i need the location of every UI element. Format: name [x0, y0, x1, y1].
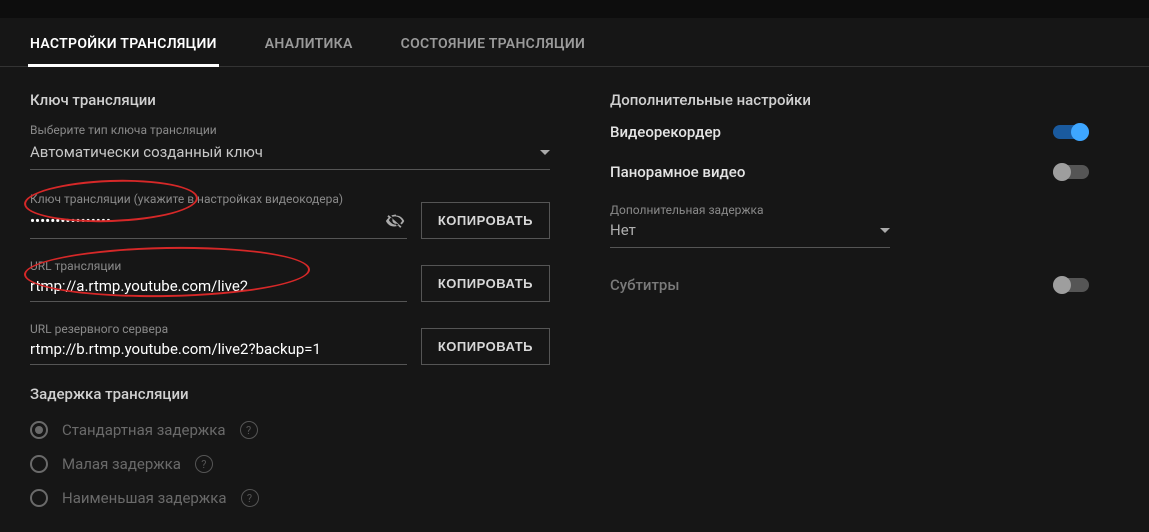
latency-ultra-label: Наименьшая задержка	[62, 489, 227, 507]
panorama-row: Панорамное видео	[610, 163, 1089, 181]
additional-settings-title: Дополнительные настройки	[610, 91, 1089, 109]
key-type-value: Автоматически созданный ключ	[30, 143, 263, 161]
stream-key-value[interactable]: ••••••••••••••••	[30, 212, 111, 230]
chevron-down-icon	[540, 150, 550, 155]
dvr-toggle[interactable]	[1053, 125, 1089, 139]
key-type-select[interactable]: Автоматически созданный ключ	[30, 137, 550, 170]
panorama-label: Панорамное видео	[610, 163, 745, 181]
additional-settings-panel: Дополнительные настройки Видеорекордер П…	[610, 91, 1119, 523]
subtitles-label: Субтитры	[610, 276, 679, 294]
latency-normal-row[interactable]: Стандартная задержка ?	[30, 421, 550, 439]
latency-low-row[interactable]: Малая задержка ?	[30, 455, 550, 473]
stream-key-label: Ключ трансляции (укажите в настройках ви…	[30, 192, 407, 206]
copy-backup-url-button[interactable]: КОПИРОВАТЬ	[421, 328, 550, 365]
chevron-down-icon	[880, 228, 890, 233]
help-icon[interactable]: ?	[241, 489, 259, 507]
key-type-label: Выберите тип ключа трансляции	[30, 123, 550, 137]
extra-delay-value: Нет	[610, 221, 636, 239]
content-area: Ключ трансляции Выберите тип ключа транс…	[0, 67, 1149, 532]
copy-stream-url-button[interactable]: КОПИРОВАТЬ	[421, 265, 550, 302]
dvr-row: Видеорекордер	[610, 123, 1089, 141]
stream-key-section-title: Ключ трансляции	[30, 91, 550, 109]
visibility-off-icon[interactable]	[385, 210, 407, 232]
stream-url-value[interactable]: rtmp://a.rtmp.youtube.com/live2	[30, 277, 248, 295]
tab-stream-settings[interactable]: НАСТРОЙКИ ТРАНСЛЯЦИИ	[30, 36, 217, 66]
extra-delay-select[interactable]: Дополнительная задержка Нет	[610, 203, 890, 248]
radio-selected-icon	[30, 421, 48, 439]
stream-url-label: URL трансляции	[30, 259, 407, 273]
copy-stream-key-button[interactable]: КОПИРОВАТЬ	[421, 202, 550, 239]
latency-low-label: Малая задержка	[62, 455, 181, 473]
backup-url-field: URL резервного сервера rtmp://b.rtmp.you…	[30, 322, 407, 365]
radio-unselected-icon	[30, 455, 48, 473]
backup-url-value[interactable]: rtmp://b.rtmp.youtube.com/live2?backup=1	[30, 340, 321, 358]
help-icon[interactable]: ?	[195, 455, 213, 473]
latency-normal-label: Стандартная задержка	[62, 421, 226, 439]
dvr-label: Видеорекордер	[610, 123, 721, 141]
tab-bar: НАСТРОЙКИ ТРАНСЛЯЦИИ АНАЛИТИКА СОСТОЯНИЕ…	[0, 18, 1149, 67]
subtitles-toggle[interactable]	[1053, 278, 1089, 292]
tab-analytics[interactable]: АНАЛИТИКА	[265, 36, 353, 66]
subtitles-row: Субтитры	[610, 276, 1089, 294]
backup-url-label: URL резервного сервера	[30, 322, 407, 336]
extra-delay-label: Дополнительная задержка	[610, 203, 890, 217]
radio-unselected-icon	[30, 489, 48, 507]
stream-url-field: URL трансляции rtmp://a.rtmp.youtube.com…	[30, 259, 407, 302]
latency-section-title: Задержка трансляции	[30, 385, 550, 403]
window-top-bar	[0, 0, 1149, 18]
help-icon[interactable]: ?	[240, 421, 258, 439]
tab-stream-status[interactable]: СОСТОЯНИЕ ТРАНСЛЯЦИИ	[401, 36, 586, 66]
stream-key-field: Ключ трансляции (укажите в настройках ви…	[30, 192, 407, 239]
stream-key-panel: Ключ трансляции Выберите тип ключа транс…	[30, 91, 550, 523]
panorama-toggle[interactable]	[1053, 165, 1089, 179]
latency-ultra-row[interactable]: Наименьшая задержка ?	[30, 489, 550, 507]
